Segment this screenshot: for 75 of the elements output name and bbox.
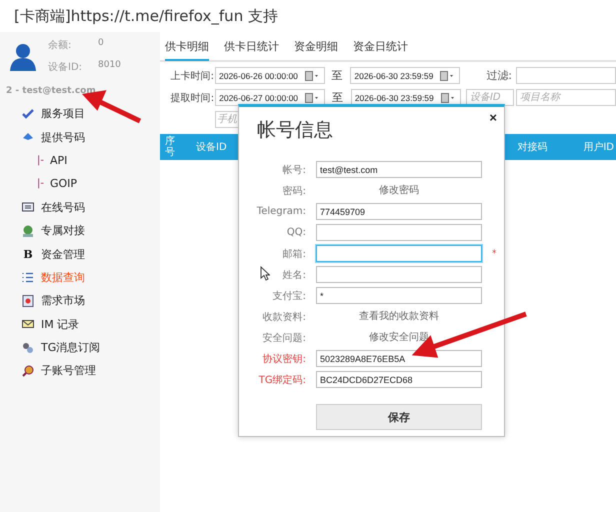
link[interactable]: 修改密码 bbox=[316, 182, 482, 199]
save-button[interactable]: 保存 bbox=[316, 404, 482, 430]
date-field[interactable]: 2026-06-26 00:00:00 bbox=[214, 67, 325, 84]
checkmark-icon bbox=[22, 108, 34, 120]
field-label: TG绑定码: bbox=[258, 374, 306, 386]
account-label: 2 - test@test.com bbox=[5, 85, 97, 96]
tab[interactable]: 资金明细 bbox=[294, 34, 338, 61]
close-button[interactable]: × bbox=[489, 110, 497, 125]
phone-field[interactable]: 手机 bbox=[215, 111, 238, 128]
menu-item[interactable]: 资金管理 bbox=[41, 246, 85, 262]
field-label: 收款资料: bbox=[262, 310, 306, 324]
text-field[interactable]: test@test.com bbox=[316, 161, 482, 178]
tab[interactable]: 供卡明细 bbox=[165, 34, 209, 61]
list-icon bbox=[22, 271, 34, 284]
text-field[interactable] bbox=[316, 266, 482, 283]
link[interactable]: 查看我的收款资料 bbox=[316, 308, 482, 325]
text-field[interactable] bbox=[316, 224, 482, 241]
text-field[interactable]: BC24DCD6D27ECD68 bbox=[316, 371, 482, 388]
field-label: 安全问题: bbox=[262, 332, 306, 344]
text-field[interactable]: 5023289A8E76EB5A bbox=[316, 350, 482, 367]
field-label: 邮箱: bbox=[282, 248, 306, 260]
menu-item[interactable]: API bbox=[50, 154, 68, 167]
column-header: 用户ID bbox=[583, 140, 614, 154]
cursor-icon bbox=[260, 266, 270, 281]
calendar-dropdown-icon[interactable] bbox=[304, 70, 321, 80]
balance-label: 余额: bbox=[48, 38, 72, 52]
device-id-value: 8010 bbox=[98, 60, 121, 72]
upload-time-label: 上卡时间: bbox=[170, 70, 214, 82]
menu-item[interactable]: 子账号管理 bbox=[41, 363, 96, 378]
tree-marker: |- bbox=[37, 178, 44, 190]
field-label: 协议密钥: bbox=[262, 352, 306, 366]
menu-item[interactable]: 在线号码 bbox=[41, 200, 85, 215]
window-title: [卡商端]https://t.me/firefox_fun 支持 bbox=[14, 6, 278, 26]
dialog-title: 帐号信息 bbox=[257, 118, 333, 143]
field-label: 密码: bbox=[282, 184, 306, 198]
envelope-icon bbox=[22, 318, 34, 330]
text-field[interactable] bbox=[316, 245, 482, 262]
field-label: 姓名: bbox=[282, 268, 306, 282]
avatar-icon bbox=[8, 42, 38, 72]
column-header: 设备ID bbox=[196, 141, 227, 154]
text-field[interactable]: 774459709 bbox=[316, 203, 482, 220]
tab[interactable]: 资金日统计 bbox=[353, 34, 408, 61]
column-header: 序号 bbox=[165, 136, 176, 158]
tree-marker: |- bbox=[37, 154, 44, 166]
to-label: 至 bbox=[331, 90, 344, 105]
menu-item[interactable]: TG消息订阅 bbox=[41, 340, 100, 356]
menu-item[interactable]: 提供号码 bbox=[41, 130, 85, 145]
to-label: 至 bbox=[330, 68, 344, 83]
field-label: QQ: bbox=[286, 227, 306, 238]
tab[interactable]: 供卡日统计 bbox=[224, 34, 279, 61]
menu-item[interactable]: IM 记录 bbox=[41, 316, 80, 332]
balance-value: 0 bbox=[98, 38, 104, 50]
text-field[interactable]: * bbox=[316, 287, 482, 304]
column-header: 对接码 bbox=[517, 140, 548, 154]
gears-icon bbox=[22, 342, 34, 354]
magnifier-icon bbox=[22, 364, 34, 377]
device-id-field[interactable]: 设备ID bbox=[466, 89, 514, 106]
required-mark: * bbox=[492, 248, 498, 258]
card-icon bbox=[22, 201, 34, 214]
filter-label: 过滤: bbox=[486, 68, 512, 83]
bold-b-icon: B bbox=[22, 248, 34, 261]
menu-item[interactable]: 专属对接 bbox=[41, 223, 85, 238]
field-label: 帐号: bbox=[282, 164, 306, 176]
document-icon bbox=[22, 294, 34, 307]
filter-field[interactable] bbox=[516, 67, 616, 84]
date-field[interactable]: 2026-06-30 23:59:59 bbox=[350, 67, 460, 84]
device-id-label: 设备ID: bbox=[48, 61, 84, 74]
fetch-time-label: 提取时间: bbox=[170, 92, 214, 104]
calendar-dropdown-icon[interactable] bbox=[440, 92, 457, 102]
menu-item[interactable]: 服务项目 bbox=[41, 106, 85, 122]
field-label: 支付宝: bbox=[272, 290, 306, 302]
field-label: Telegram: bbox=[256, 206, 306, 217]
menu-item[interactable]: GOIP bbox=[50, 177, 78, 190]
project-name-field[interactable]: 项目名称 bbox=[516, 89, 616, 106]
menu-item[interactable]: 需求市场 bbox=[41, 293, 85, 308]
